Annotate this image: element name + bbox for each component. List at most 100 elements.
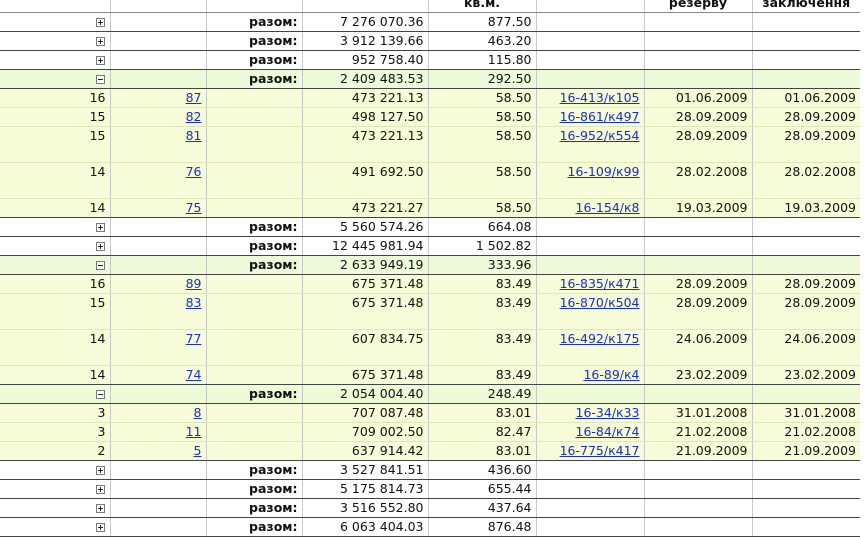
expand-plus-icon[interactable]: [95, 242, 105, 251]
empty-cell: [751, 50, 860, 70]
contract-link[interactable]: 16-835/к471: [560, 276, 640, 291]
apartment-number-link[interactable]: 75: [186, 200, 202, 215]
contract-link[interactable]: 16-34/к33: [576, 405, 640, 420]
contract-cell: 16-413/к105: [535, 88, 644, 108]
empty-cell: [535, 479, 644, 499]
floor-cell: 14: [0, 365, 110, 385]
contract-link[interactable]: 16-84/к74: [576, 424, 640, 439]
empty-cell: [205, 88, 302, 108]
empty-cell: [751, 255, 860, 275]
conclusion-date-cell: 24.06.2009: [751, 329, 860, 366]
empty-cell: [109, 498, 206, 518]
apartment-number-link[interactable]: 76: [186, 164, 202, 179]
table-row: 14 77 607 834.75 83.49 16-492/к175 24.06.2009…: [0, 329, 860, 366]
apartment-number-cell: 76: [109, 162, 206, 199]
reserve-date-cell: 28.09.2009: [643, 274, 752, 294]
apartment-number-cell: 75: [109, 198, 206, 218]
apartment-number-cell: 5: [109, 441, 206, 461]
contract-link[interactable]: 16-109/к99: [568, 164, 640, 179]
apartment-number-cell: 77: [109, 329, 206, 366]
group-total-label: разом:: [205, 69, 302, 89]
empty-cell: [643, 460, 752, 480]
apartment-number-link[interactable]: 11: [186, 424, 202, 439]
apartment-number-link[interactable]: 82: [186, 109, 202, 124]
group-total-label: разом:: [205, 12, 302, 32]
empty-cell: [109, 50, 206, 70]
collapse-minus-icon[interactable]: [95, 261, 105, 270]
empty-cell: [535, 50, 644, 70]
area-cell: 58.50: [427, 198, 536, 218]
group-total-sum: 5 560 574.26: [301, 217, 428, 237]
expand-plus-icon[interactable]: [95, 485, 105, 494]
empty-cell: [205, 365, 302, 385]
conclusion-date-cell: 01.06.2009: [751, 88, 860, 108]
empty-cell: [109, 12, 206, 32]
contract-link[interactable]: 16-775/к417: [560, 443, 640, 458]
empty-cell: [535, 69, 644, 89]
expand-plus-icon[interactable]: [95, 18, 105, 27]
apartment-number-link[interactable]: 74: [186, 367, 202, 382]
sum-cell: 709 002.50: [301, 422, 428, 442]
conclusion-date-cell: 23.02.2009: [751, 365, 860, 385]
apartment-number-cell: 82: [109, 107, 206, 127]
empty-cell: [205, 329, 302, 366]
apartment-number-link[interactable]: 77: [186, 331, 202, 346]
table-row: 3 8 707 087.48 83.01 16-34/к33 31.01.2008 31.0…: [0, 403, 860, 423]
toggle-cell: [0, 12, 110, 32]
contract-link[interactable]: 16-952/к554: [560, 128, 640, 143]
table-row: 14 74 675 371.48 83.49 16-89/к4 23.02.2009 23.…: [0, 365, 860, 385]
empty-cell: [205, 293, 302, 330]
toggle-cell: [0, 217, 110, 237]
group-total-label: разом:: [205, 255, 302, 275]
contract-link[interactable]: 16-492/к175: [560, 331, 640, 346]
group-summary-row: разом: 2 409 483.53 292.50: [0, 69, 860, 89]
contract-link[interactable]: 16-413/к105: [560, 90, 640, 105]
expand-plus-icon[interactable]: [95, 466, 105, 475]
empty-cell: [535, 12, 644, 32]
header-cell-conclusion: заключення: [751, 0, 860, 13]
contract-cell: 16-84/к74: [535, 422, 644, 442]
table-row: 15 83 675 371.48 83.49 16-870/к504 28.09.2009…: [0, 293, 860, 330]
apartment-number-link[interactable]: 5: [194, 443, 202, 458]
reserve-date-cell: 23.02.2009: [643, 365, 752, 385]
expand-plus-icon[interactable]: [95, 56, 105, 65]
contract-link[interactable]: 16-870/к504: [560, 295, 640, 310]
sum-cell: 473 221.13: [301, 88, 428, 108]
group-total-area: 876.48: [427, 517, 536, 537]
group-summary-row: разом: 3 912 139.66 463.20: [0, 31, 860, 51]
apartment-number-link[interactable]: 89: [186, 276, 202, 291]
apartment-number-link[interactable]: 83: [186, 295, 202, 310]
apartment-number-link[interactable]: 81: [186, 128, 202, 143]
contract-link[interactable]: 16-861/к497: [560, 109, 640, 124]
conclusion-date-cell: 28.09.2009: [751, 107, 860, 127]
group-total-area: 115.80: [427, 50, 536, 70]
group-summary-row: разом: 6 063 404.03 876.48: [0, 517, 860, 537]
contract-cell: 16-870/к504: [535, 293, 644, 330]
reserve-date-cell: 21.09.2009: [643, 441, 752, 461]
apartment-number-link[interactable]: 87: [186, 90, 202, 105]
collapse-minus-icon[interactable]: [95, 390, 105, 399]
sum-cell: 637 914.42: [301, 441, 428, 461]
area-cell: 83.49: [427, 293, 536, 330]
conclusion-date-cell: 28.09.2009: [751, 274, 860, 294]
apartment-number-link[interactable]: 8: [194, 405, 202, 420]
floor-cell: 16: [0, 274, 110, 294]
contract-link[interactable]: 16-89/к4: [583, 367, 639, 382]
header-cell: [301, 0, 428, 13]
empty-cell: [109, 217, 206, 237]
expand-plus-icon[interactable]: [95, 523, 105, 532]
group-total-area: 292.50: [427, 69, 536, 89]
empty-cell: [751, 69, 860, 89]
contract-link[interactable]: 16-154/к8: [576, 200, 640, 215]
table-row: 14 76 491 692.50 58.50 16-109/к99 28.02.2008 2…: [0, 162, 860, 199]
apartment-number-cell: 81: [109, 126, 206, 163]
empty-cell: [643, 31, 752, 51]
area-cell: 82.47: [427, 422, 536, 442]
group-total-sum: 2 633 949.19: [301, 255, 428, 275]
empty-cell: [535, 498, 644, 518]
collapse-minus-icon[interactable]: [95, 75, 105, 84]
expand-plus-icon[interactable]: [95, 504, 105, 513]
expand-plus-icon[interactable]: [95, 37, 105, 46]
expand-plus-icon[interactable]: [95, 223, 105, 232]
contract-cell: 16-154/к8: [535, 198, 644, 218]
